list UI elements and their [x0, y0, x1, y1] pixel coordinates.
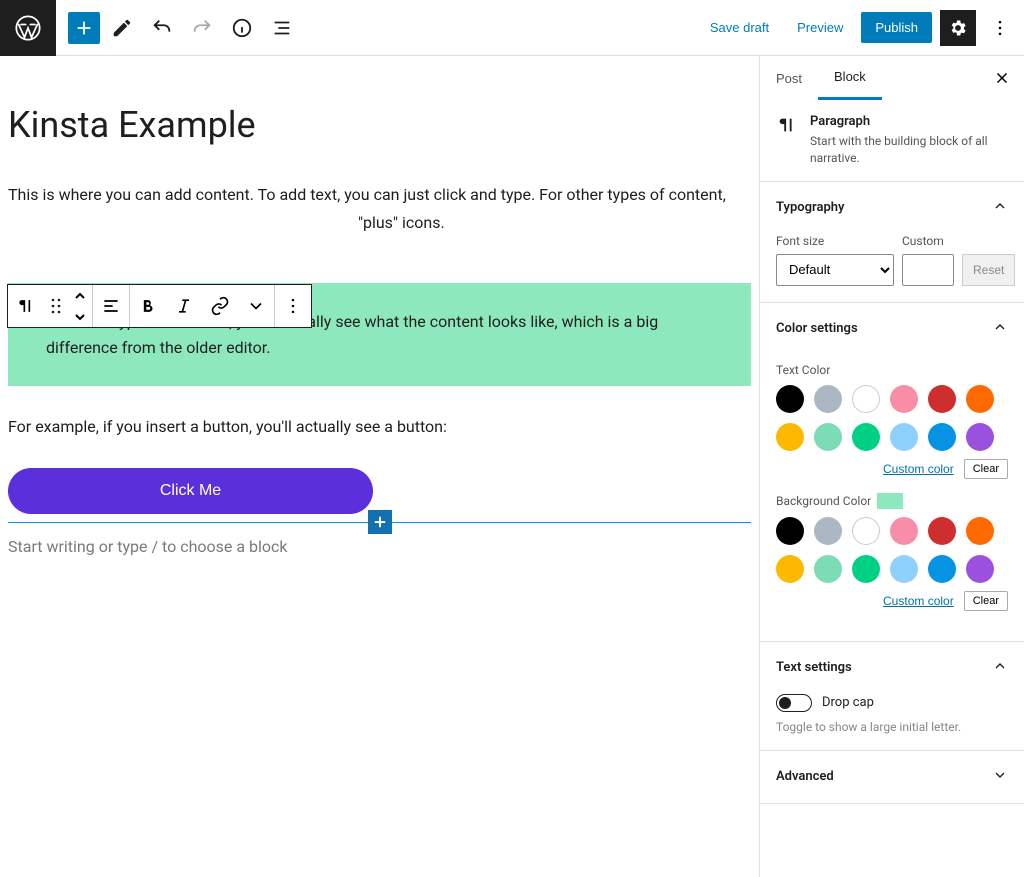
block-more-options-button[interactable] [275, 285, 311, 327]
sidebar-tabs: Post Block [760, 56, 1024, 100]
advanced-title: Advanced [776, 769, 834, 784]
text-color-swatches [776, 385, 1008, 451]
color-swatch[interactable] [776, 385, 804, 413]
dropcap-label: Drop cap [822, 695, 874, 710]
text-settings-title: Text settings [776, 660, 852, 675]
color-settings-toggle[interactable]: Color settings [760, 303, 1024, 355]
advanced-panel: Advanced [760, 751, 1024, 804]
advanced-panel-toggle[interactable]: Advanced [760, 751, 1024, 803]
more-options-button[interactable] [984, 10, 1016, 46]
editor-canvas[interactable]: Kinsta Example This is where you can add… [0, 56, 759, 877]
color-swatch[interactable] [966, 423, 994, 451]
chevron-up-icon [992, 198, 1008, 218]
color-swatch[interactable] [814, 423, 842, 451]
editor-topbar: Save draft Preview Publish [0, 0, 1024, 56]
bold-button[interactable] [130, 285, 166, 327]
color-swatch[interactable] [852, 517, 880, 545]
tab-post[interactable]: Post [760, 56, 818, 100]
chevron-down-icon [992, 767, 1008, 787]
italic-button[interactable] [166, 285, 202, 327]
undo-button[interactable] [144, 10, 180, 46]
text-settings-toggle[interactable]: Text settings [760, 642, 1024, 694]
color-swatch[interactable] [966, 385, 994, 413]
color-swatch[interactable] [966, 517, 994, 545]
block-type-icon[interactable] [8, 285, 44, 327]
color-swatch[interactable] [890, 555, 918, 583]
custom-size-input[interactable] [902, 254, 954, 286]
paragraph-block-2[interactable]: For example, if you insert a button, you… [8, 414, 751, 440]
typography-panel: Typography Font size Default Custom Res [760, 182, 1024, 303]
color-swatch[interactable] [928, 423, 956, 451]
typography-title: Typography [776, 200, 845, 215]
color-settings-panel: Color settings Text Color Custom color C… [760, 303, 1024, 642]
font-size-label: Font size [776, 234, 894, 248]
block-appender-placeholder[interactable]: Start writing or type / to choose a bloc… [8, 531, 751, 562]
info-button[interactable] [224, 10, 260, 46]
color-swatch[interactable] [928, 385, 956, 413]
block-appender-separator [8, 522, 751, 523]
color-swatch[interactable] [890, 517, 918, 545]
text-settings-panel: Text settings Drop cap Toggle to show a … [760, 642, 1024, 751]
block-type-title: Paragraph [810, 114, 1008, 129]
color-swatch[interactable] [890, 423, 918, 451]
color-swatch[interactable] [928, 517, 956, 545]
color-swatch[interactable] [890, 385, 918, 413]
chevron-up-icon [992, 658, 1008, 678]
move-up-button[interactable] [68, 285, 92, 306]
font-size-select[interactable]: Default [776, 254, 894, 286]
publish-button[interactable]: Publish [861, 12, 932, 43]
settings-sidebar: Post Block Paragraph Start with the buil… [759, 56, 1024, 877]
redo-button[interactable] [184, 10, 220, 46]
paragraph-icon [776, 114, 798, 136]
paragraph-block-1[interactable]: This is where you can add content. To ad… [8, 182, 751, 208]
block-type-info: Paragraph Start with the building block … [760, 100, 1024, 182]
color-swatch[interactable] [966, 555, 994, 583]
color-settings-title: Color settings [776, 321, 858, 336]
drag-handle-icon[interactable] [44, 297, 68, 315]
bg-color-label: Background Color [776, 494, 871, 508]
move-down-button[interactable] [68, 306, 92, 327]
settings-button[interactable] [940, 10, 976, 46]
close-sidebar-button[interactable] [984, 60, 1020, 96]
chevron-up-icon [992, 319, 1008, 339]
typography-panel-toggle[interactable]: Typography [760, 182, 1024, 234]
outline-button[interactable] [264, 10, 300, 46]
post-title[interactable]: Kinsta Example [8, 104, 751, 146]
color-swatch[interactable] [814, 555, 842, 583]
link-button[interactable] [202, 285, 238, 327]
preview-button[interactable]: Preview [787, 14, 853, 41]
color-swatch[interactable] [852, 385, 880, 413]
button-block[interactable]: Click Me [8, 468, 373, 514]
color-swatch[interactable] [814, 517, 842, 545]
bg-color-swatches [776, 517, 1008, 583]
color-swatch[interactable] [928, 555, 956, 583]
color-swatch[interactable] [776, 423, 804, 451]
add-block-button[interactable] [68, 12, 100, 44]
reset-font-button[interactable]: Reset [962, 254, 1015, 286]
color-swatch[interactable] [852, 423, 880, 451]
align-button[interactable] [93, 285, 129, 327]
custom-size-label: Custom [902, 234, 954, 248]
block-type-desc: Start with the building block of all nar… [810, 133, 1008, 167]
paragraph-block-1b-tail: "plus" icons. [358, 213, 445, 232]
dropcap-toggle[interactable] [776, 694, 812, 712]
color-swatch[interactable] [852, 555, 880, 583]
more-format-button[interactable] [238, 285, 274, 327]
wordpress-logo[interactable] [0, 0, 56, 56]
color-swatch[interactable] [776, 555, 804, 583]
tab-block[interactable]: Block [818, 56, 882, 100]
block-toolbar [7, 284, 312, 328]
bg-color-selected-swatch [877, 493, 903, 509]
save-draft-button[interactable]: Save draft [700, 14, 779, 41]
color-swatch[interactable] [776, 517, 804, 545]
tools-edit-button[interactable] [104, 10, 140, 46]
clear-text-color-button[interactable]: Clear [964, 459, 1008, 479]
color-swatch[interactable] [814, 385, 842, 413]
dropcap-help: Toggle to show a large initial letter. [776, 720, 1008, 734]
text-color-label: Text Color [776, 363, 1008, 377]
custom-bg-color-link[interactable]: Custom color [883, 594, 954, 608]
custom-text-color-link[interactable]: Custom color [883, 462, 954, 476]
clear-bg-color-button[interactable]: Clear [964, 591, 1008, 611]
inline-add-block-button[interactable] [368, 510, 392, 534]
